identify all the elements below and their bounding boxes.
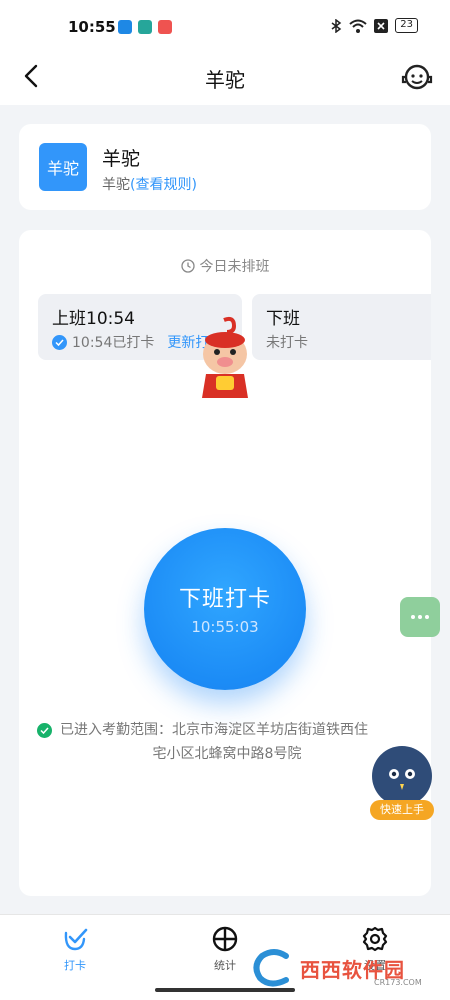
shift-off-status-row: 未打卡 [266, 332, 308, 352]
group-logo: 羊驼 [39, 143, 87, 191]
in-range-icon [37, 722, 52, 738]
bluetooth-icon [331, 18, 342, 33]
dot-icon [425, 615, 429, 619]
mascot-sticker [202, 316, 248, 398]
app-header: 羊驼 [0, 50, 450, 105]
dot-icon [418, 615, 422, 619]
status-bar: 10:55 23 [0, 0, 450, 50]
helper-label: 快速上手 [370, 800, 434, 820]
pie-chart-icon [212, 926, 238, 952]
group-name: 羊驼 [102, 148, 141, 170]
attendance-range: 已进入考勤范围：北京市海淀区羊坊店街道铁西住 宅小区北蜂窝中路8号院 [37, 718, 417, 766]
app-notification-icon [138, 20, 152, 34]
app-notification-icon [118, 20, 132, 34]
watermark-logo-icon [253, 949, 289, 987]
helper-avatar-icon [372, 746, 432, 806]
group-card[interactable]: 羊驼 羊驼 羊驼(查看规则) [19, 124, 431, 210]
punch-label: 下班打卡 [178, 587, 271, 612]
battery-indicator: 23 [395, 18, 418, 33]
schedule-status: 今日未排班 [19, 256, 431, 276]
customer-service-icon[interactable] [400, 60, 434, 94]
tab-punch-label: 打卡 [64, 959, 86, 972]
site-watermark: 西西软件园 CR173.COM [250, 948, 438, 988]
shift-off-label: 下班 [266, 309, 300, 329]
app-notification-icon [158, 20, 172, 34]
signal-off-icon [374, 18, 389, 33]
quick-start-helper[interactable]: 快速上手 [368, 746, 436, 822]
shift-off-duty[interactable]: 下班 未打卡 [252, 294, 431, 360]
more-options-button[interactable] [400, 597, 440, 637]
shift-on-status: 10:54已打卡 [72, 335, 155, 351]
schedule-text: 今日未排班 [199, 259, 270, 275]
view-rules-link[interactable]: (查看规则) [130, 177, 197, 193]
watermark-url: CR173.COM [374, 978, 422, 987]
group-sub-prefix: 羊驼 [102, 177, 130, 193]
group-subtitle: 羊驼(查看规则) [102, 174, 197, 194]
clock-icon [180, 259, 195, 273]
status-time: 10:55 [68, 18, 116, 36]
range-text-line1: 已进入考勤范围：北京市海淀区羊坊店街道铁西住 [60, 722, 368, 738]
dot-icon [411, 615, 415, 619]
shift-off-status: 未打卡 [266, 335, 308, 351]
shift-on-label: 上班10:54 [52, 309, 135, 329]
page-title: 羊驼 [205, 68, 245, 92]
wifi-icon [349, 19, 367, 33]
check-icon [64, 928, 88, 951]
tab-punch[interactable]: 打卡 [40, 925, 110, 973]
notification-icons [118, 20, 172, 34]
punch-clock: 10:55:03 [191, 618, 259, 636]
status-right: 23 [330, 18, 418, 33]
checked-icon [52, 334, 67, 350]
range-text-line2: 宅小区北蜂窝中路8号院 [152, 746, 302, 762]
home-indicator[interactable] [155, 988, 295, 992]
punch-out-button[interactable]: 下班打卡 10:55:03 [144, 528, 306, 690]
